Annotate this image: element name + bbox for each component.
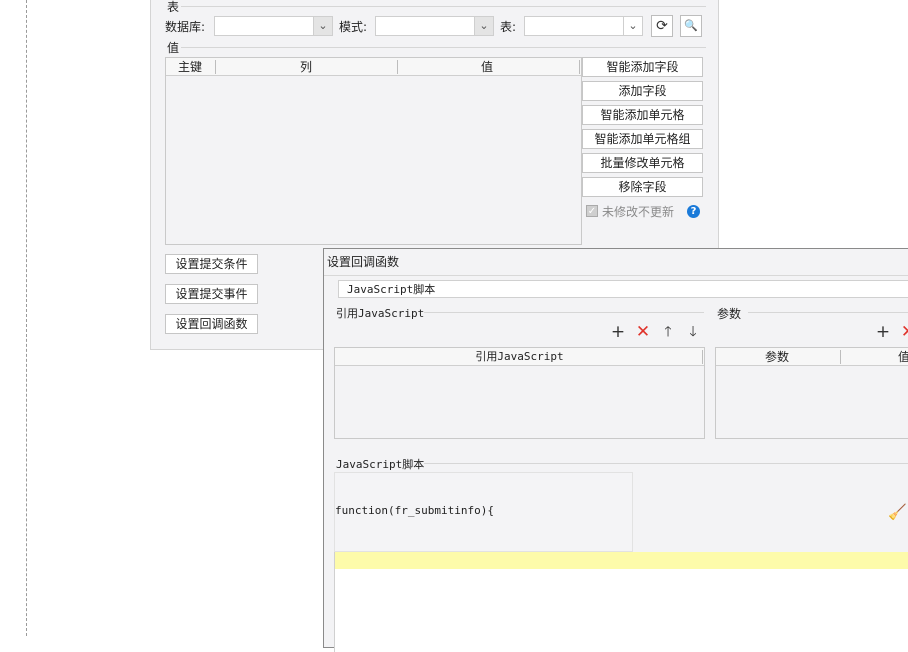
unmodified-no-update-label: 未修改不更新 bbox=[602, 205, 675, 219]
remove-field-button[interactable]: 移除字段 bbox=[582, 177, 703, 197]
move-down-icon[interactable]: 🡓 bbox=[685, 323, 701, 341]
refresh-icon: ⟳ bbox=[656, 18, 668, 34]
chevron-down-icon: ⌄ bbox=[474, 17, 493, 35]
table-select[interactable]: ⌄ bbox=[524, 16, 643, 36]
callback-function-dialog: 设置回调函数 JavaScript脚本 引用JavaScript + ✕ 🡑 🡓… bbox=[323, 248, 908, 652]
column-header-param-value[interactable]: 值 bbox=[898, 348, 908, 366]
database-select[interactable]: ⌄ bbox=[214, 16, 333, 36]
ref-js-group-label: 引用JavaScript bbox=[336, 307, 425, 320]
column-divider bbox=[397, 60, 398, 74]
page-guide-line bbox=[26, 0, 27, 636]
add-icon[interactable]: + bbox=[610, 323, 626, 341]
smart-add-field-button[interactable]: 智能添加字段 bbox=[582, 57, 703, 77]
add-param-icon[interactable]: + bbox=[875, 323, 891, 341]
params-group-label: 参数 bbox=[717, 307, 742, 321]
value-section-label: 值 bbox=[167, 41, 180, 55]
column-divider bbox=[215, 60, 216, 74]
script-section-label: JavaScript脚本 bbox=[336, 458, 425, 471]
help-icon[interactable]: ? bbox=[687, 205, 700, 218]
preview-icon: 🔍 bbox=[684, 19, 698, 32]
move-up-icon[interactable]: 🡑 bbox=[660, 323, 676, 341]
field-table-header: 主键 列 值 bbox=[166, 58, 581, 76]
params-table-header: 参数 值 bbox=[716, 348, 908, 366]
delete-icon[interactable]: ✕ bbox=[635, 323, 651, 341]
schema-label: 模式: bbox=[339, 20, 368, 34]
script-type-value: JavaScript脚本 bbox=[347, 283, 436, 296]
script-function-header: function(fr_submitinfo){ bbox=[335, 504, 494, 517]
params-table[interactable]: 参数 值 bbox=[715, 347, 908, 439]
column-divider bbox=[702, 350, 703, 364]
unmodified-no-update-checkbox[interactable]: ✓ bbox=[586, 205, 598, 217]
script-divider bbox=[424, 463, 908, 464]
ref-js-divider bbox=[424, 312, 704, 313]
set-submit-event-button[interactable]: 设置提交事件 bbox=[165, 284, 258, 304]
script-header-box: function(fr_submitinfo){ bbox=[334, 472, 633, 552]
chevron-down-icon: ⌄ bbox=[623, 17, 642, 35]
set-submit-condition-button[interactable]: 设置提交条件 bbox=[165, 254, 258, 274]
script-type-field[interactable]: JavaScript脚本 bbox=[338, 280, 908, 298]
preview-button[interactable]: 🔍 bbox=[680, 15, 702, 37]
table-section-label: 表 bbox=[167, 0, 180, 14]
column-header-ref-js[interactable]: 引用JavaScript bbox=[475, 350, 563, 363]
title-divider bbox=[324, 275, 908, 276]
column-header-value[interactable]: 值 bbox=[481, 58, 493, 76]
delete-param-icon[interactable]: ✕ bbox=[900, 323, 908, 341]
batch-modify-cell-button[interactable]: 批量修改单元格 bbox=[582, 153, 703, 173]
script-editor[interactable] bbox=[334, 552, 908, 652]
set-callback-function-button[interactable]: 设置回调函数 bbox=[165, 314, 258, 334]
column-header-key[interactable]: 主键 bbox=[178, 58, 202, 76]
params-divider bbox=[748, 312, 908, 313]
broom-icon[interactable]: 🧹 bbox=[888, 503, 907, 521]
table-section-divider bbox=[181, 6, 706, 7]
chevron-down-icon: ⌄ bbox=[313, 17, 332, 35]
ref-js-table-header: 引用JavaScript bbox=[335, 348, 704, 366]
add-field-button[interactable]: 添加字段 bbox=[582, 81, 703, 101]
smart-add-cell-group-button[interactable]: 智能添加单元格组 bbox=[582, 129, 703, 149]
column-header-column[interactable]: 列 bbox=[300, 58, 312, 76]
value-section-divider bbox=[181, 47, 706, 48]
dialog-title: 设置回调函数 bbox=[327, 255, 400, 269]
ref-js-table[interactable]: 引用JavaScript bbox=[334, 347, 705, 439]
check-icon: ✓ bbox=[587, 206, 597, 217]
smart-add-cell-button[interactable]: 智能添加单元格 bbox=[582, 105, 703, 125]
current-line-highlight bbox=[335, 552, 908, 569]
column-header-param[interactable]: 参数 bbox=[765, 348, 789, 366]
field-table[interactable]: 主键 列 值 bbox=[165, 57, 582, 245]
column-divider bbox=[579, 60, 580, 74]
table-label: 表: bbox=[500, 20, 517, 34]
refresh-button[interactable]: ⟳ bbox=[651, 15, 673, 37]
schema-select[interactable]: ⌄ bbox=[375, 16, 494, 36]
database-label: 数据库: bbox=[165, 20, 206, 34]
column-divider bbox=[840, 350, 841, 364]
